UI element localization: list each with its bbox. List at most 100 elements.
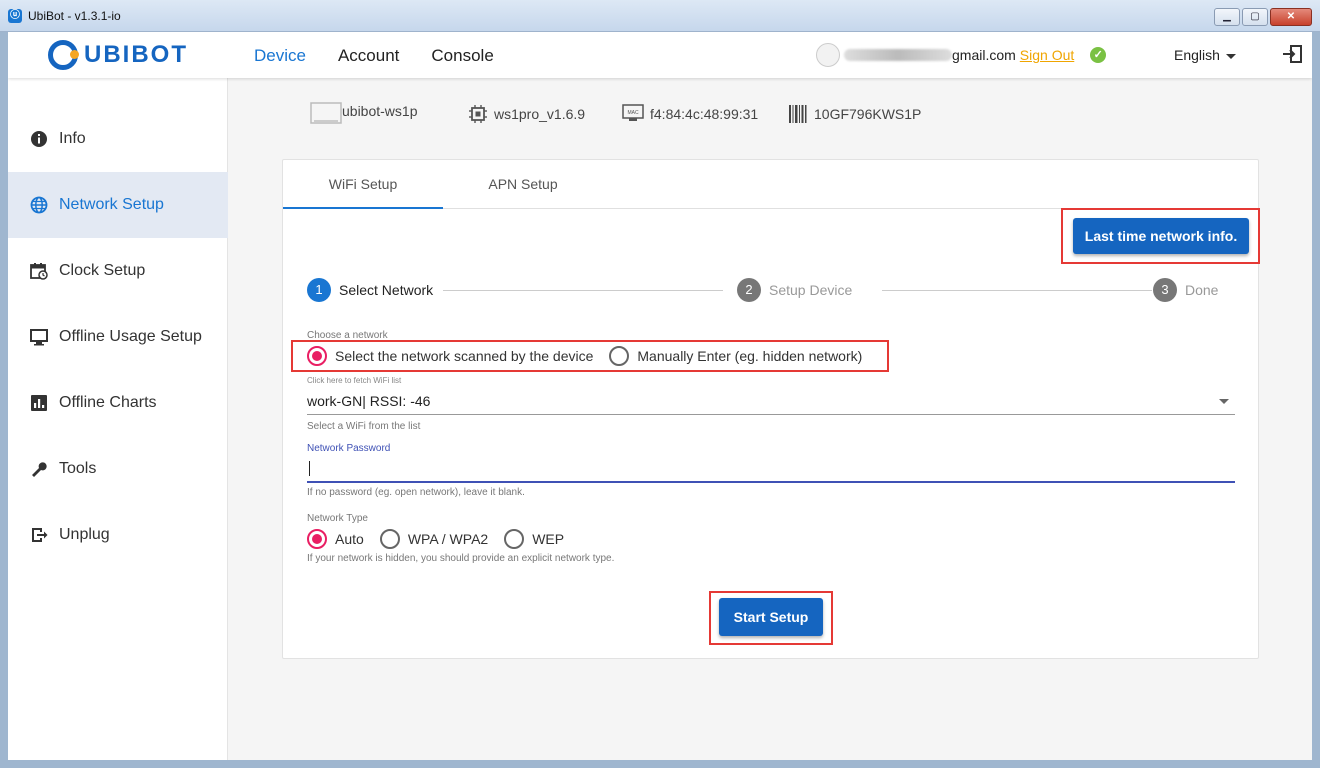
logout-icon[interactable] bbox=[1282, 45, 1302, 63]
radio-label: Auto bbox=[335, 531, 364, 547]
minimize-button[interactable]: ▁ bbox=[1214, 8, 1240, 26]
nav-console[interactable]: Console bbox=[431, 46, 493, 66]
barcode-icon bbox=[789, 105, 807, 123]
avatar bbox=[816, 43, 840, 67]
step-done: 3 Done bbox=[1153, 278, 1218, 302]
globe-icon bbox=[30, 196, 48, 214]
sidebar-item-info[interactable]: Info bbox=[8, 106, 228, 172]
network-type-hint: If your network is hidden, you should pr… bbox=[307, 553, 615, 564]
sidebar-item-label: Offline Charts bbox=[59, 394, 157, 411]
network-setup-card: WiFi Setup APN Setup Last time network i… bbox=[282, 159, 1260, 659]
radio-label: Manually Enter (eg. hidden network) bbox=[637, 348, 863, 364]
firmware-version: ws1pro_v1.6.9 bbox=[494, 106, 586, 122]
sidebar-item-label: Clock Setup bbox=[59, 262, 146, 279]
serial-number: 10GF796KWS1P bbox=[814, 106, 922, 122]
radio-label: WEP bbox=[532, 531, 565, 547]
tab-apn-setup[interactable]: APN Setup bbox=[443, 160, 603, 209]
calendar-clock-icon bbox=[30, 262, 48, 280]
radio-scanned-network[interactable] bbox=[307, 346, 327, 366]
tab-wifi-setup[interactable]: WiFi Setup bbox=[283, 160, 443, 209]
chevron-down-icon bbox=[1219, 399, 1229, 404]
sidebar-item-offline-usage-setup[interactable]: Offline Usage Setup bbox=[8, 304, 228, 370]
sidebar-item-tools[interactable]: Tools bbox=[8, 436, 228, 502]
network-type-label: Network Type bbox=[307, 513, 368, 524]
step-label: Setup Device bbox=[769, 282, 853, 298]
app-icon: ⓤ bbox=[8, 9, 22, 23]
network-source-group: Select the network scanned by the device… bbox=[307, 346, 878, 366]
nav-account[interactable]: Account bbox=[338, 46, 399, 66]
sidebar-item-label: Unplug bbox=[59, 526, 110, 543]
password-input[interactable] bbox=[307, 457, 1235, 483]
device-name: ubibot-ws1p bbox=[342, 103, 418, 119]
sidebar-item-offline-charts[interactable]: Offline Charts bbox=[8, 370, 228, 436]
password-hint: If no password (eg. open network), leave… bbox=[307, 487, 525, 498]
top-header: UBIBOT Device Account Console gmail.com … bbox=[8, 32, 1312, 78]
maximize-button[interactable]: ▢ bbox=[1242, 8, 1268, 26]
redacted-email bbox=[844, 49, 952, 61]
wifi-select[interactable]: work-GN| RSSI: -46 bbox=[307, 389, 1235, 415]
step-label: Select Network bbox=[339, 282, 434, 298]
text-cursor bbox=[309, 461, 310, 476]
exit-icon bbox=[30, 526, 48, 544]
nav-device[interactable]: Device bbox=[254, 46, 306, 66]
language-select[interactable]: English bbox=[1174, 47, 1236, 63]
app-client: UBIBOT Device Account Console gmail.com … bbox=[8, 32, 1312, 760]
logo-icon bbox=[48, 40, 79, 70]
chip-icon bbox=[469, 105, 487, 123]
sidebar-item-label: Info bbox=[59, 130, 86, 147]
wifi-select-hint: Select a WiFi from the list bbox=[307, 421, 421, 432]
sidebar: Info Network Setup Clock Setup Offline U… bbox=[8, 78, 228, 760]
sidebar-item-network-setup[interactable]: Network Setup bbox=[8, 172, 228, 238]
sidebar-item-unplug[interactable]: Unplug bbox=[8, 502, 228, 568]
chevron-down-icon bbox=[1225, 53, 1236, 59]
mac-address: f4:84:4c:48:99:31 bbox=[650, 106, 759, 122]
bar-chart-icon bbox=[30, 394, 48, 412]
logo-text: UBIBOT bbox=[84, 41, 188, 68]
sidebar-item-label: Offline Usage Setup bbox=[59, 328, 202, 345]
language-label: English bbox=[1174, 47, 1220, 63]
sidebar-item-label: Tools bbox=[59, 460, 97, 477]
info-icon bbox=[30, 130, 48, 148]
password-label: Network Password bbox=[307, 443, 391, 454]
radio-wep[interactable] bbox=[504, 529, 525, 549]
step-connector bbox=[882, 290, 1152, 291]
close-button[interactable]: ✕ bbox=[1270, 8, 1312, 26]
device-icon bbox=[310, 102, 342, 124]
firmware-info: ws1pro_v1.6.9 bbox=[468, 104, 585, 124]
logo: UBIBOT bbox=[48, 40, 188, 70]
radio-label: WPA / WPA2 bbox=[407, 531, 489, 547]
step-connector bbox=[443, 290, 723, 291]
user-area: gmail.com Sign Out ✓ bbox=[816, 43, 1107, 67]
mac-icon-label: MAC bbox=[627, 110, 639, 116]
main-nav: Device Account Console bbox=[254, 46, 494, 66]
fetch-wifi-hint[interactable]: Click here to fetch WiFi list bbox=[307, 376, 401, 385]
mac-info: MAC f4:84:4c:48:99:31 bbox=[622, 104, 758, 124]
radio-label: Select the network scanned by the device bbox=[335, 348, 594, 364]
check-icon: ✓ bbox=[1090, 47, 1107, 63]
window-controls: ▁ ▢ ✕ bbox=[1214, 8, 1312, 26]
window-title: UbiBot - v1.3.1-io bbox=[28, 9, 121, 23]
wrench-icon bbox=[30, 460, 48, 478]
step-setup-device: 2 Setup Device bbox=[737, 278, 852, 302]
setup-tabs: WiFi Setup APN Setup bbox=[283, 160, 1258, 209]
radio-auto[interactable] bbox=[307, 529, 327, 549]
sidebar-item-label: Network Setup bbox=[59, 196, 164, 213]
radio-wpa-wpa2[interactable] bbox=[379, 529, 400, 549]
step-select-network: 1 Select Network bbox=[307, 278, 433, 302]
user-email: gmail.com bbox=[952, 47, 1016, 63]
last-network-info-button[interactable]: Last time network info. bbox=[1073, 218, 1249, 254]
serial-info: 10GF796KWS1P bbox=[788, 104, 921, 124]
network-type-group: Auto WPA / WPA2 WEP bbox=[307, 529, 580, 549]
sign-out-link[interactable]: Sign Out bbox=[1020, 47, 1074, 63]
window-titlebar: ⓤ UbiBot - v1.3.1-io ▁ ▢ ✕ bbox=[0, 0, 1320, 32]
monitor-icon bbox=[30, 328, 48, 346]
setup-stepper: 1 Select Network 2 Setup Device 3 Done bbox=[307, 278, 1227, 304]
device-name-info: ubibot-ws1p bbox=[310, 102, 418, 126]
step-number: 2 bbox=[737, 278, 761, 302]
radio-manual-enter[interactable] bbox=[609, 346, 630, 366]
step-number: 3 bbox=[1153, 278, 1177, 302]
wifi-select-value: work-GN| RSSI: -46 bbox=[307, 393, 431, 409]
sidebar-item-clock-setup[interactable]: Clock Setup bbox=[8, 238, 228, 304]
step-label: Done bbox=[1185, 282, 1219, 298]
start-setup-button[interactable]: Start Setup bbox=[719, 598, 823, 636]
